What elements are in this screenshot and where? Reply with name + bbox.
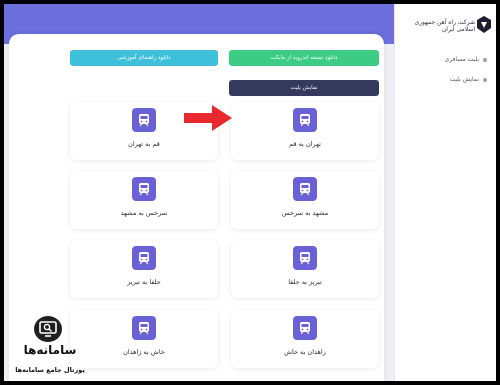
route-label: زاهدان به خاش [284, 348, 326, 356]
route-label: سرخس به مشهد [120, 209, 168, 217]
train-icon [293, 246, 317, 270]
route-card[interactable]: زاهدان به خاش [231, 310, 379, 368]
route-label: تبریز به جلفا [288, 278, 322, 286]
route-card[interactable]: جلفا به تبریز [70, 240, 218, 298]
train-icon [132, 177, 156, 201]
watermark-title: سامانه‌ها [23, 343, 77, 357]
route-card[interactable]: مشهد به سرخس [231, 171, 379, 229]
train-icon [293, 316, 317, 340]
watermark-subtitle: پورتال جامع سامانه‌ها [15, 366, 85, 374]
route-card[interactable]: تهران به قم [231, 102, 379, 160]
download-tutorial-button[interactable]: دانلود راهنمای آموزشی [70, 50, 218, 66]
train-icon [293, 108, 317, 132]
download-android-label: دانلود نسخه اندروید از مایکت [270, 55, 338, 61]
red-arrow-icon [184, 105, 232, 131]
route-label: مشهد به سرخس [281, 209, 329, 217]
screenshot-frame: دانلود راهنمای آموزشی دانلود نسخه اندروی… [4, 4, 496, 381]
watermark-logo: سامانه‌ها پورتال جامع سامانه‌ها [14, 316, 86, 381]
route-card[interactable]: تبریز به جلفا [231, 240, 379, 298]
route-card[interactable]: خاش به زاهدان [70, 310, 218, 368]
download-tutorial-label: دانلود راهنمای آموزشی [117, 55, 171, 61]
bullet-icon [483, 57, 487, 62]
sidebar-item-passenger-ticket[interactable]: بلیت مسافری [444, 56, 487, 63]
show-ticket-button[interactable]: نمایش بلیت [229, 80, 379, 96]
sidebar-item-label: بلیت مسافری [444, 56, 479, 63]
railway-emblem-icon [477, 16, 491, 33]
sidebar: شرکت راه آهن جمهوری اسلامی ایران بلیت مس… [394, 4, 496, 381]
route-card[interactable]: سرخس به مشهد [70, 171, 218, 229]
sidebar-item-label: نمایش بلیت [449, 76, 479, 83]
show-ticket-label: نمایش بلیت [290, 85, 318, 91]
logo-text: شرکت راه آهن جمهوری اسلامی ایران [414, 19, 475, 33]
route-label: جلفا به تبریز [127, 278, 161, 286]
train-icon [132, 246, 156, 270]
route-label: قم به تهران [128, 140, 160, 148]
download-android-button[interactable]: دانلود نسخه اندروید از مایکت [229, 50, 379, 66]
bullet-icon [483, 77, 487, 82]
train-icon [132, 108, 156, 132]
train-icon [293, 177, 317, 201]
monitor-search-icon [34, 316, 62, 342]
railway-logo: شرکت راه آهن جمهوری اسلامی ایران [403, 14, 493, 38]
route-label: خاش به زاهدان [123, 348, 165, 356]
route-label: تهران به قم [289, 140, 321, 148]
train-icon [132, 316, 156, 340]
sidebar-item-show-ticket[interactable]: نمایش بلیت [449, 76, 487, 83]
